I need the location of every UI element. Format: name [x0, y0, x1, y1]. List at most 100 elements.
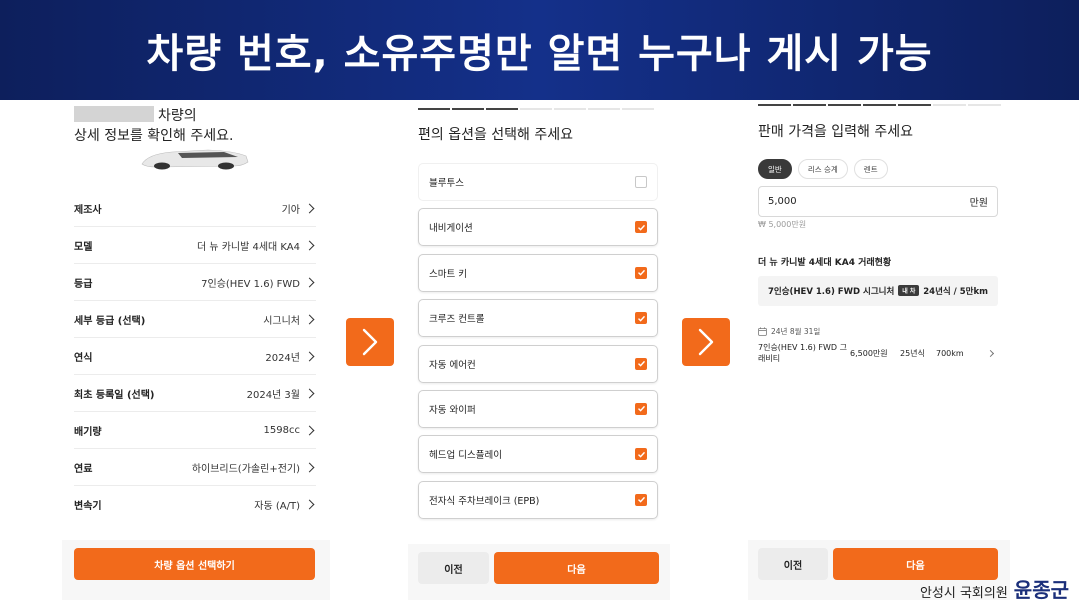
detail-row-year[interactable]: 연식 2024년 [74, 338, 316, 375]
chevron-right-icon [304, 277, 315, 287]
chevron-right-icon [304, 462, 315, 472]
option-auto-aircon[interactable]: 자동 에어컨 [418, 344, 658, 383]
chevron-right-icon [986, 349, 995, 357]
row-value: 더 뉴 카니발 4세대 KA4 [196, 241, 300, 253]
detail-row-transmission[interactable]: 변속기 자동 (A/T) [74, 486, 316, 523]
year-mileage: 24년식 / 5만km [923, 287, 988, 297]
option-label: 스마트 키 [429, 268, 467, 280]
tab-general[interactable]: 일반 [758, 159, 792, 179]
options-list: 블루투스 내비게이션 스마트 키 크루즈 컨트롤 자동 에어컨 자동 와이퍼 헤… [418, 163, 658, 526]
banner-title: 차량 번호, 소유주명만 알면 누구나 게시 가능 [146, 31, 933, 77]
my-car-summary: 7인승(HEV 1.6) FWD 시그니처 내 차 24년식 / 5만km [758, 276, 998, 306]
record-price: 6,500만원 [850, 348, 888, 358]
option-hud[interactable]: 헤드업 디스플레이 [418, 435, 658, 474]
row-label: 연식 [74, 352, 93, 364]
row-value: 2024년 3월 [246, 389, 300, 401]
step-arrow [682, 318, 730, 366]
car-image [141, 149, 249, 170]
tab-rent[interactable]: 렌트 [853, 159, 888, 179]
detail-row-first-registration[interactable]: 최초 등록일 (선택) 2024년 3월 [74, 375, 316, 412]
date-text: 24년 8월 31일 [771, 327, 821, 336]
option-label: 블루투스 [429, 178, 464, 189]
detail-row-displacement[interactable]: 배기량 1598cc [74, 412, 316, 449]
price-title: 판매 가격을 입력해 주세요 [758, 124, 914, 140]
row-label: 연료 [74, 463, 93, 475]
step-arrow [346, 318, 394, 366]
row-value: 하이브리드(가솔린+전기) [191, 463, 300, 475]
check-icon [637, 497, 645, 503]
option-epb[interactable]: 전자식 주차브레이크 (EPB) [418, 480, 658, 519]
chevron-right-icon [304, 351, 315, 361]
option-label: 내비게이션 [429, 223, 473, 235]
step-progress [758, 104, 1001, 106]
price-value: 5,000 [768, 196, 797, 207]
step-progress [418, 108, 654, 110]
chevron-right-icon [362, 328, 378, 356]
row-value: 기아 [281, 204, 300, 216]
row-label: 모델 [74, 241, 93, 253]
trade-record[interactable]: 7인승(HEV 1.6) FWD 그래비티 6,500만원 25년식 700km [758, 341, 998, 365]
checkbox-checked[interactable] [635, 221, 647, 234]
trim-label: 7인승(HEV 1.6) FWD 시그니처 [768, 287, 895, 297]
price-input[interactable]: 5,000 만원 [758, 186, 998, 217]
checkbox-checked[interactable] [635, 312, 647, 325]
checkbox-checked[interactable] [635, 493, 647, 506]
chevron-right-icon [304, 425, 315, 435]
option-bluetooth[interactable]: 블루투스 [418, 163, 658, 201]
signature-name: 윤종군 [1013, 578, 1069, 602]
detail-row-model[interactable]: 모델 더 뉴 카니발 4세대 KA4 [74, 227, 316, 264]
checkbox-checked[interactable] [635, 448, 647, 461]
chevron-right-icon [304, 314, 315, 324]
row-label: 등급 [74, 278, 93, 290]
detail-row-grade[interactable]: 등급 7인승(HEV 1.6) FWD [74, 264, 316, 301]
my-car-badge: 내 차 [898, 285, 920, 296]
options-title: 편의 옵션을 선택해 주세요 [418, 127, 574, 143]
calendar-icon [758, 327, 767, 336]
row-label: 변속기 [74, 501, 102, 512]
price-hint: ₩ 5,000만원 [758, 220, 807, 229]
check-icon [637, 224, 645, 231]
detail-row-subgrade[interactable]: 세부 등급 (선택) 시그니처 [74, 301, 316, 338]
panel-heading: 차량의 상세 정보를 확인해 주세요. [74, 106, 233, 146]
checkbox-checked[interactable] [635, 266, 647, 279]
checkbox-checked[interactable] [635, 402, 647, 415]
signature: 안성시 국회의원 윤종군 [920, 574, 1069, 603]
chevron-right-icon [304, 388, 315, 398]
signature-title: 안성시 국회의원 [919, 586, 1008, 601]
chevron-right-icon [304, 203, 315, 213]
detail-row-maker[interactable]: 제조사 기아 [74, 190, 316, 227]
row-value: 1598cc [263, 424, 300, 436]
checkbox-unchecked[interactable] [635, 176, 647, 188]
chevron-right-icon [698, 328, 714, 356]
row-label: 최초 등록일 (선택) [74, 389, 155, 401]
option-label: 전자식 주차브레이크 (EPB) [429, 495, 540, 507]
row-label: 세부 등급 (선택) [74, 315, 146, 327]
option-auto-wiper[interactable]: 자동 와이퍼 [418, 389, 658, 428]
next-button[interactable]: 다음 [494, 552, 659, 584]
row-label: 배기량 [74, 426, 102, 438]
trade-status-title: 더 뉴 카니발 4세대 KA4 거래현황 [758, 258, 892, 268]
price-unit: 만원 [969, 198, 988, 209]
check-icon [637, 406, 645, 413]
options-panel: 편의 옵션을 선택해 주세요 블루투스 내비게이션 스마트 키 크루즈 컨트롤 … [408, 100, 670, 600]
detail-row-fuel[interactable]: 연료 하이브리드(가솔린+전기) [74, 449, 316, 486]
tab-lease[interactable]: 리스 승계 [797, 159, 848, 179]
price-panel: 판매 가격을 입력해 주세요 일반 리스 승계 렌트 5,000 만원 ₩ 5,… [748, 100, 1010, 600]
option-cruise-control[interactable]: 크루즈 컨트롤 [418, 299, 658, 338]
redacted-plate [74, 106, 154, 122]
select-options-button[interactable]: 차량 옵션 선택하기 [74, 548, 315, 580]
option-navigation[interactable]: 내비게이션 [418, 208, 658, 247]
prev-button[interactable]: 이전 [758, 548, 828, 580]
option-label: 자동 에어컨 [429, 359, 476, 371]
option-smart-key[interactable]: 스마트 키 [418, 253, 658, 292]
prev-button[interactable]: 이전 [418, 552, 489, 584]
heading-line1: 차량의 [158, 108, 197, 124]
row-value: 시그니처 [263, 315, 300, 327]
option-label: 자동 와이퍼 [429, 404, 476, 416]
sale-type-tabs: 일반 리스 승계 렌트 [758, 159, 888, 179]
checkbox-checked[interactable] [635, 357, 647, 370]
record-date: 24년 8월 31일 [758, 326, 820, 337]
option-label: 헤드업 디스플레이 [429, 450, 502, 462]
check-icon [637, 315, 645, 322]
record-km: 700km [936, 348, 964, 358]
